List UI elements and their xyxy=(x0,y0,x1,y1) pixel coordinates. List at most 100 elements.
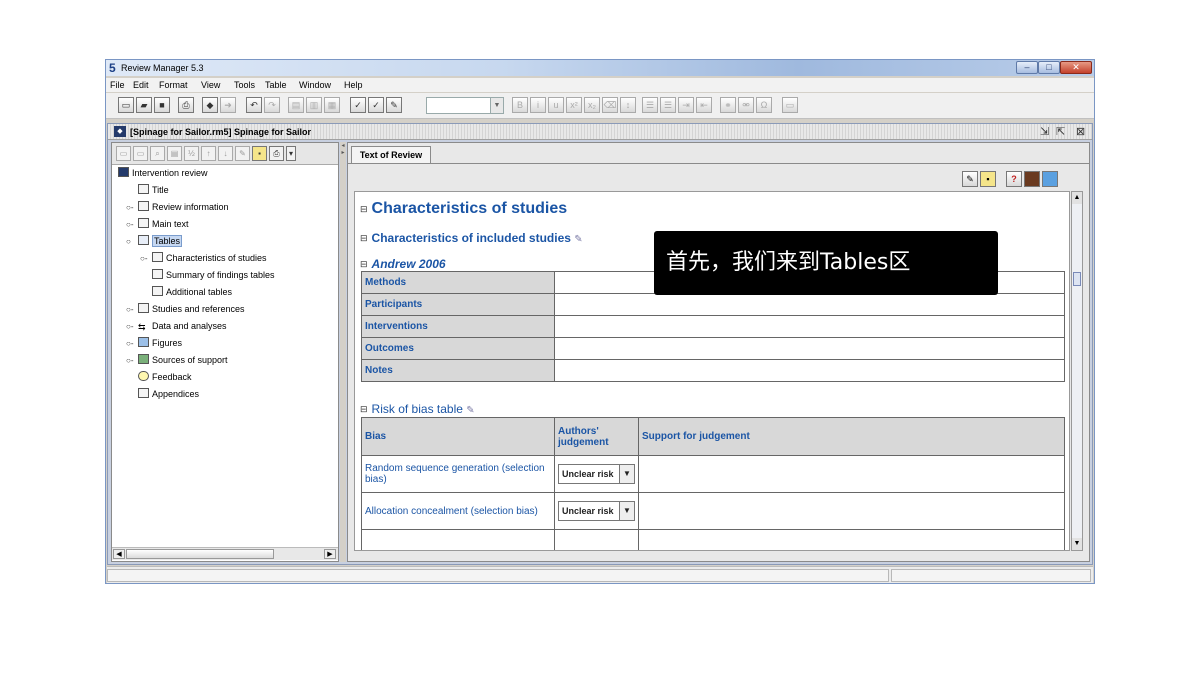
menu-format[interactable]: Format xyxy=(159,80,188,90)
link-icon[interactable]: ⚭ xyxy=(720,97,736,113)
expand-icon[interactable]: ○- xyxy=(126,201,134,214)
tree-item-feedback[interactable]: Feedback xyxy=(138,371,192,384)
maximize-icon[interactable]: ⇱ xyxy=(1056,125,1065,138)
renumber-icon[interactable]: ½ xyxy=(184,146,199,161)
close-button[interactable]: ✕ xyxy=(1060,61,1092,74)
subscript-icon[interactable]: x₂ xyxy=(584,97,600,113)
underline-icon[interactable]: u xyxy=(548,97,564,113)
expand-icon[interactable]: ○- xyxy=(126,320,134,333)
bullet-list-icon[interactable]: ☰ xyxy=(642,97,658,113)
numbered-list-icon[interactable]: ☰ xyxy=(660,97,676,113)
copy-icon[interactable]: ▥ xyxy=(306,97,322,113)
tree-item-data-and-analyses[interactable]: ○- ⇆ Data and analyses xyxy=(126,320,227,333)
row-value-cell[interactable] xyxy=(554,293,1065,316)
menu-view[interactable]: View xyxy=(201,80,220,90)
collapse-icon[interactable]: ⊟ xyxy=(360,404,368,415)
scroll-down-icon[interactable]: ▼ xyxy=(1072,538,1082,550)
content-vertical-scrollbar[interactable]: ▲ ▼ xyxy=(1071,191,1083,551)
tab-text-of-review[interactable]: Text of Review xyxy=(351,146,431,163)
support-cell[interactable] xyxy=(638,455,1065,493)
save-icon[interactable]: ■ xyxy=(154,97,170,113)
open-folder-icon[interactable]: ▰ xyxy=(136,97,152,113)
collapse-icon[interactable]: ○ xyxy=(126,235,131,248)
highlight-icon[interactable]: ✎ xyxy=(386,97,402,113)
edit-icon[interactable]: ✎ xyxy=(574,234,582,245)
tree-item-appendices[interactable]: Appendices xyxy=(138,388,199,401)
expand-icon[interactable]: ○- xyxy=(126,354,134,367)
redo-icon[interactable]: ↷ xyxy=(264,97,280,113)
back-arrow-icon[interactable]: ◆ xyxy=(202,97,218,113)
print-preview-icon[interactable]: ⎙ xyxy=(269,146,284,161)
tree-item-review-information[interactable]: ○- Review information xyxy=(126,201,229,214)
menu-file[interactable]: File xyxy=(110,80,125,90)
expand-icon[interactable]: ○- xyxy=(126,303,134,316)
expand-icon[interactable]: ○- xyxy=(126,337,134,350)
menu-help[interactable]: Help xyxy=(344,80,363,90)
move-down-icon[interactable]: ↓ xyxy=(218,146,233,161)
help-icon[interactable]: ? xyxy=(1006,171,1022,187)
tree-item-tables[interactable]: ○ Tables xyxy=(126,235,183,248)
cut-icon[interactable]: ▤ xyxy=(288,97,304,113)
edit-icon[interactable]: ✎ xyxy=(466,405,474,416)
style-select[interactable]: ▼ xyxy=(426,97,504,114)
paste-icon[interactable]: ▦ xyxy=(324,97,340,113)
heading-study[interactable]: ⊟ Andrew 2006 xyxy=(360,257,446,271)
note-icon[interactable]: ▪ xyxy=(980,171,996,187)
row-value-cell[interactable] xyxy=(554,337,1065,360)
tree-item-title[interactable]: Title xyxy=(138,184,169,197)
edit-properties-icon[interactable]: ✎ xyxy=(962,171,978,187)
support-cell[interactable] xyxy=(638,529,1065,550)
collapse-icon[interactable]: ⊟ xyxy=(360,204,368,215)
collapse-icon[interactable]: ⊟ xyxy=(360,259,368,270)
scrollbar-thumb[interactable] xyxy=(1073,272,1081,286)
new-file-icon[interactable]: ▭ xyxy=(118,97,134,113)
expand-icon[interactable]: ○- xyxy=(140,252,148,265)
collapse-icon[interactable]: ⊟ xyxy=(360,233,368,244)
outline-horizontal-scrollbar[interactable]: ◀ ▶ xyxy=(112,547,338,560)
symbol-icon[interactable]: Ω xyxy=(756,97,772,113)
judgement-select[interactable]: Unclear risk ▼ xyxy=(558,501,635,521)
heading-characteristics-of-studies[interactable]: ⊟ Characteristics of studies xyxy=(360,200,567,218)
row-value-cell[interactable] xyxy=(554,359,1065,382)
clear-format-icon[interactable]: ⌫ xyxy=(602,97,618,113)
spell-check-icon[interactable]: ✓ xyxy=(350,97,366,113)
note-icon[interactable]: ▪ xyxy=(252,146,267,161)
row-value-cell[interactable] xyxy=(554,315,1065,338)
expand-icon[interactable]: ○- xyxy=(126,218,134,231)
move-up-icon[interactable]: ↑ xyxy=(201,146,216,161)
undo-icon[interactable]: ↶ xyxy=(246,97,262,113)
indent-icon[interactable]: ⇥ xyxy=(678,97,694,113)
add-subitem-icon[interactable]: ▭ xyxy=(133,146,148,161)
search-icon[interactable]: ⌕ xyxy=(150,146,165,161)
add-item-icon[interactable]: ▭ xyxy=(116,146,131,161)
tree-item-characteristics-of-studies[interactable]: ○- Characteristics of studies xyxy=(140,252,267,265)
menu-edit[interactable]: Edit xyxy=(133,80,149,90)
tree-item-sources-of-support[interactable]: ○- Sources of support xyxy=(126,354,228,367)
unlink-icon[interactable]: ⚮ xyxy=(738,97,754,113)
sort-icon[interactable]: ↕ xyxy=(620,97,636,113)
tree-root[interactable]: Intervention review xyxy=(118,167,208,180)
spell-check-all-icon[interactable]: ✓ xyxy=(368,97,384,113)
split-divider[interactable]: ◂ ▸ xyxy=(340,142,346,562)
tree-item-main-text[interactable]: ○- Main text xyxy=(126,218,189,231)
scroll-up-icon[interactable]: ▲ xyxy=(1072,192,1082,204)
tree-item-additional-tables[interactable]: Additional tables xyxy=(152,286,232,299)
heading-included-studies[interactable]: ⊟ Characteristics of included studies ✎ xyxy=(360,231,583,245)
book-icon[interactable] xyxy=(1024,171,1040,187)
menu-tools[interactable]: Tools xyxy=(234,80,255,90)
scroll-left-icon[interactable]: ◀ xyxy=(113,549,125,559)
forward-arrow-icon[interactable]: ➜ xyxy=(220,97,236,113)
support-cell[interactable] xyxy=(638,492,1065,530)
close-icon[interactable]: ⊠ xyxy=(1076,125,1085,138)
italic-icon[interactable]: i xyxy=(530,97,546,113)
tree-item-summary-of-findings[interactable]: Summary of findings tables xyxy=(152,269,275,282)
outdent-icon[interactable]: ⇤ xyxy=(696,97,712,113)
print-icon[interactable]: ⎙ xyxy=(178,97,194,113)
maximize-button[interactable]: □ xyxy=(1038,61,1060,74)
table-insert-icon[interactable]: ▭ xyxy=(782,97,798,113)
minimize-button[interactable]: – xyxy=(1016,61,1038,74)
menu-table[interactable]: Table xyxy=(265,80,287,90)
chevron-down-icon[interactable]: ▾ xyxy=(286,146,296,161)
edit-icon[interactable]: ✎ xyxy=(235,146,250,161)
restore-icon[interactable]: ⇲ xyxy=(1040,125,1049,138)
